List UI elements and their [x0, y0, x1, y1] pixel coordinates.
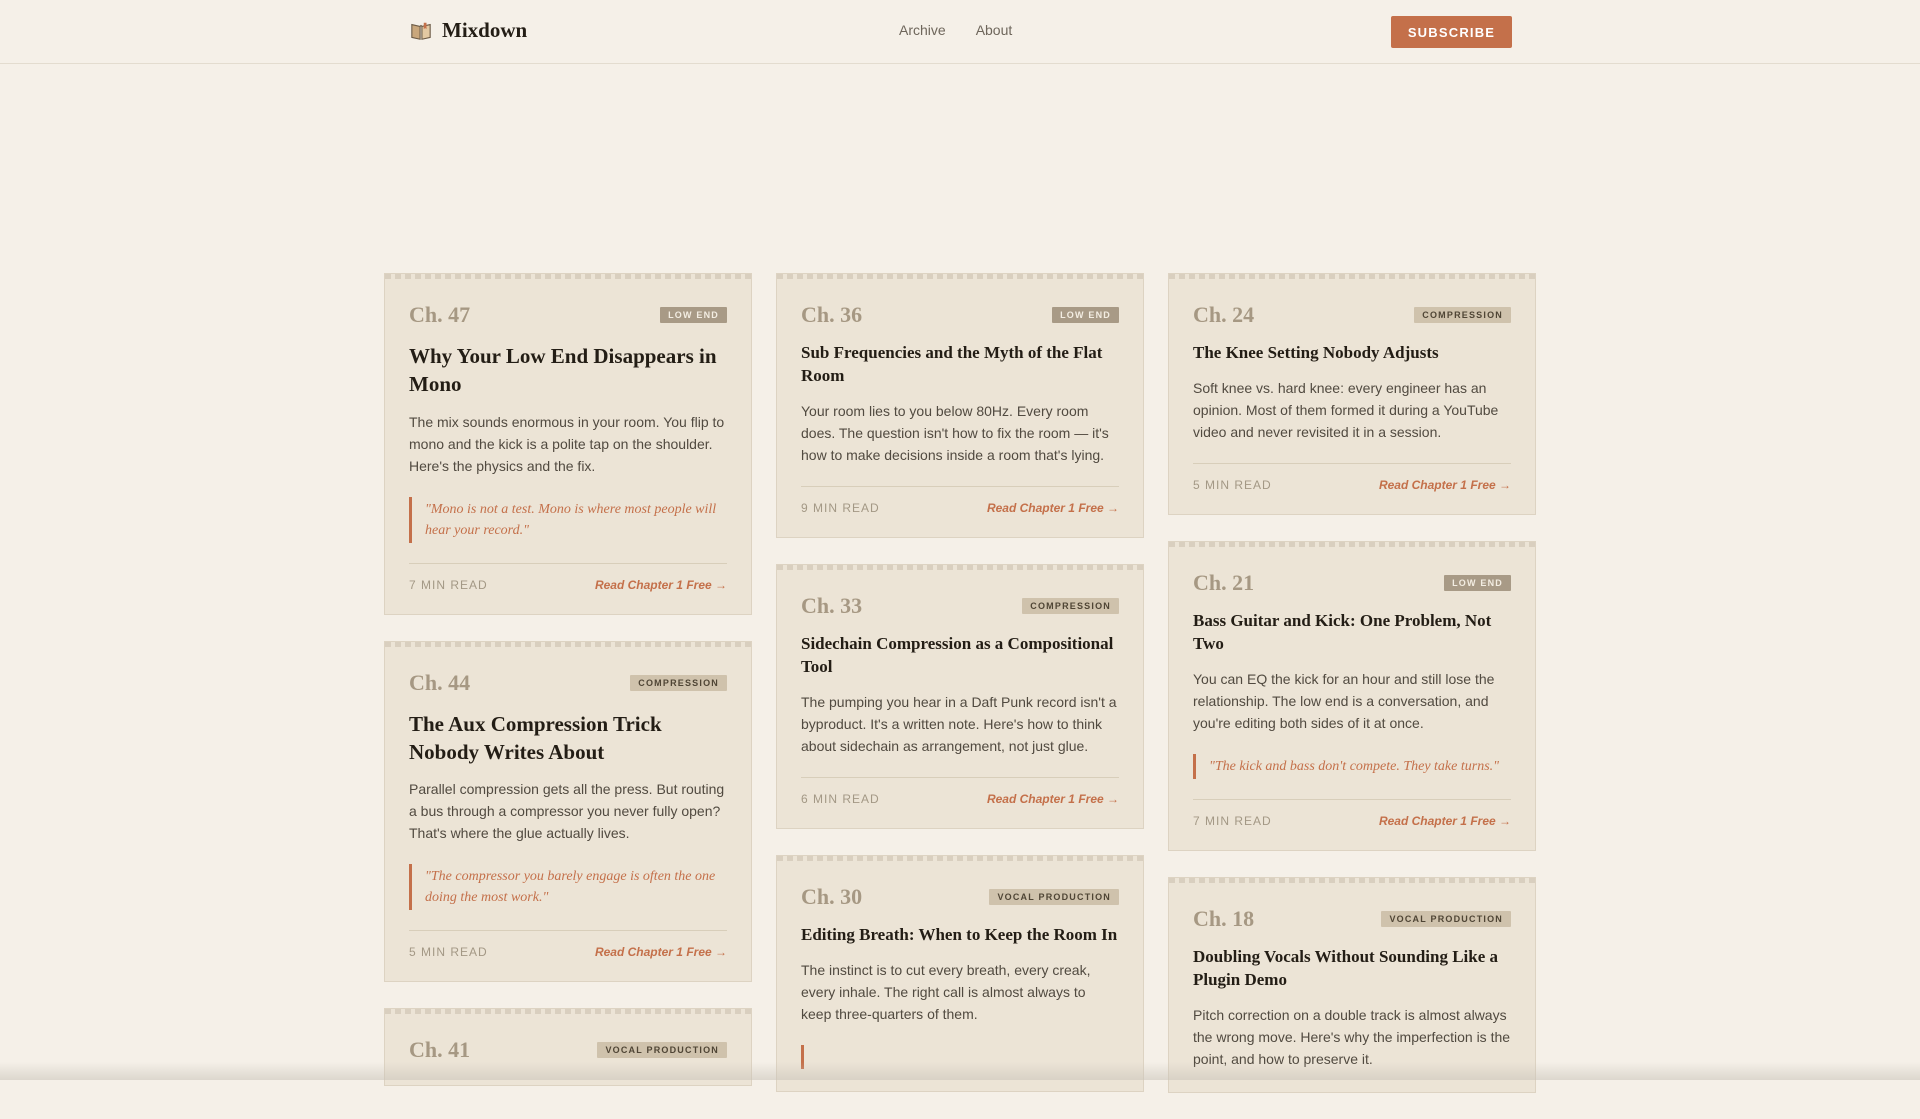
read-chapter-link[interactable]: Read Chapter 1 Free →	[595, 578, 727, 592]
article-card[interactable]: Ch. 36 LOW END Sub Frequencies and the M…	[776, 273, 1144, 538]
read-time: 6 MIN READ	[801, 791, 880, 806]
category-tag[interactable]: COMPRESSION	[1022, 597, 1119, 614]
category-tag[interactable]: LOW END	[1444, 574, 1511, 591]
article-excerpt: Soft knee vs. hard knee: every engineer …	[1193, 379, 1499, 440]
open-book-icon	[411, 22, 431, 40]
article-card[interactable]: Ch. 18 VOCAL PRODUCTION Doubling Vocals …	[1168, 876, 1536, 1093]
pull-quote: "Mono is not a test. Mono is where most …	[409, 496, 727, 543]
article-card[interactable]: Ch. 24 COMPRESSION The Knee Setting Nobo…	[1168, 273, 1536, 515]
read-chapter-link[interactable]: Read Chapter 1 Free →	[987, 501, 1119, 515]
category-tag[interactable]: VOCAL PRODUCTION	[989, 888, 1119, 905]
nav-archive[interactable]: Archive	[899, 22, 946, 38]
article-excerpt: Parallel compression gets all the press.…	[409, 781, 725, 842]
article-card[interactable]: Ch. 47 LOW END Why Your Low End Disappea…	[384, 273, 752, 615]
category-tag[interactable]: COMPRESSION	[1414, 307, 1511, 323]
read-time: 5 MIN READ	[409, 945, 488, 960]
category-tag[interactable]: LOW END	[660, 307, 727, 323]
article-title[interactable]: Editing Breath: When to Keep the Room In	[801, 924, 1119, 947]
article-column-1: Ch. 47 LOW END Why Your Low End Disappea…	[384, 273, 752, 1112]
category-tag[interactable]: VOCAL PRODUCTION	[597, 1042, 727, 1059]
article-title[interactable]: The Knee Setting Nobody Adjusts	[1193, 342, 1511, 365]
article-card[interactable]: Ch. 44 COMPRESSION The Aux Compression T…	[384, 640, 752, 983]
read-time: 7 MIN READ	[409, 577, 488, 592]
nav-about[interactable]: About	[976, 22, 1013, 38]
category-tag[interactable]: VOCAL PRODUCTION	[1381, 910, 1511, 927]
article-excerpt: Pitch correction on a double track is al…	[1193, 1006, 1511, 1067]
pull-quote: "The kick and bass don't compete. They t…	[1193, 753, 1511, 779]
article-title[interactable]: Bass Guitar and Kick: One Problem, Not T…	[1193, 610, 1511, 656]
read-chapter-link[interactable]: Read Chapter 1 Free →	[1379, 814, 1511, 828]
category-tag[interactable]: LOW END	[1052, 307, 1119, 323]
article-title[interactable]: Why Your Low End Disappears in Mono	[409, 342, 727, 399]
chapter-number: Ch. 21	[1193, 569, 1255, 595]
chapter-number: Ch. 44	[409, 669, 471, 695]
pull-quote: "The compressor you barely engage is oft…	[409, 864, 727, 911]
top-nav-bar: Mixdown Archive About SUBSCRIBE	[0, 0, 1920, 64]
read-time: 7 MIN READ	[1193, 813, 1272, 828]
article-excerpt: You can EQ the kick for an hour and stil…	[1193, 670, 1495, 731]
article-excerpt: The instinct is to cut every breath, eve…	[801, 961, 1091, 1022]
chapter-number: Ch. 30	[801, 883, 863, 909]
article-card[interactable]: Ch. 30 VOCAL PRODUCTION Editing Breath: …	[776, 854, 1144, 1092]
read-time: 5 MIN READ	[1193, 477, 1272, 492]
article-column-3: Ch. 24 COMPRESSION The Knee Setting Nobo…	[1168, 273, 1536, 1119]
chapter-number: Ch. 24	[1193, 302, 1255, 327]
article-title[interactable]: Sidechain Compression as a Compositional…	[801, 633, 1119, 679]
brand-name: Mixdown	[442, 18, 528, 42]
chapter-number: Ch. 41	[409, 1037, 471, 1063]
brand-logo[interactable]: Mixdown	[410, 18, 527, 43]
article-excerpt: The pumping you hear in a Daft Punk reco…	[801, 693, 1117, 754]
main-nav: Archive About	[899, 22, 1012, 38]
article-title[interactable]: Sub Frequencies and the Myth of the Flat…	[801, 342, 1119, 388]
chapter-number: Ch. 33	[801, 592, 863, 618]
read-chapter-link[interactable]: Read Chapter 1 Free →	[987, 792, 1119, 806]
bottom-fade	[0, 1062, 1920, 1080]
article-title[interactable]: The Aux Compression Trick Nobody Writes …	[409, 710, 727, 767]
chapter-number: Ch. 47	[409, 302, 471, 327]
article-card[interactable]: Ch. 21 LOW END Bass Guitar and Kick: One…	[1168, 540, 1536, 851]
article-excerpt: Your room lies to you below 80Hz. Every …	[801, 402, 1109, 463]
read-chapter-link[interactable]: Read Chapter 1 Free →	[595, 945, 727, 959]
subscribe-button[interactable]: SUBSCRIBE	[1391, 16, 1512, 48]
read-time: 9 MIN READ	[801, 500, 880, 515]
chapter-number: Ch. 18	[1193, 905, 1255, 931]
category-tag[interactable]: COMPRESSION	[630, 674, 727, 691]
article-card[interactable]: Ch. 33 COMPRESSION Sidechain Compression…	[776, 563, 1144, 829]
article-excerpt: The mix sounds enormous in your room. Yo…	[409, 413, 725, 474]
article-title[interactable]: Doubling Vocals Without Sounding Like a …	[1193, 946, 1511, 992]
read-chapter-link[interactable]: Read Chapter 1 Free →	[1379, 478, 1511, 492]
article-column-2: Ch. 36 LOW END Sub Frequencies and the M…	[776, 273, 1144, 1118]
chapter-number: Ch. 36	[801, 302, 863, 327]
